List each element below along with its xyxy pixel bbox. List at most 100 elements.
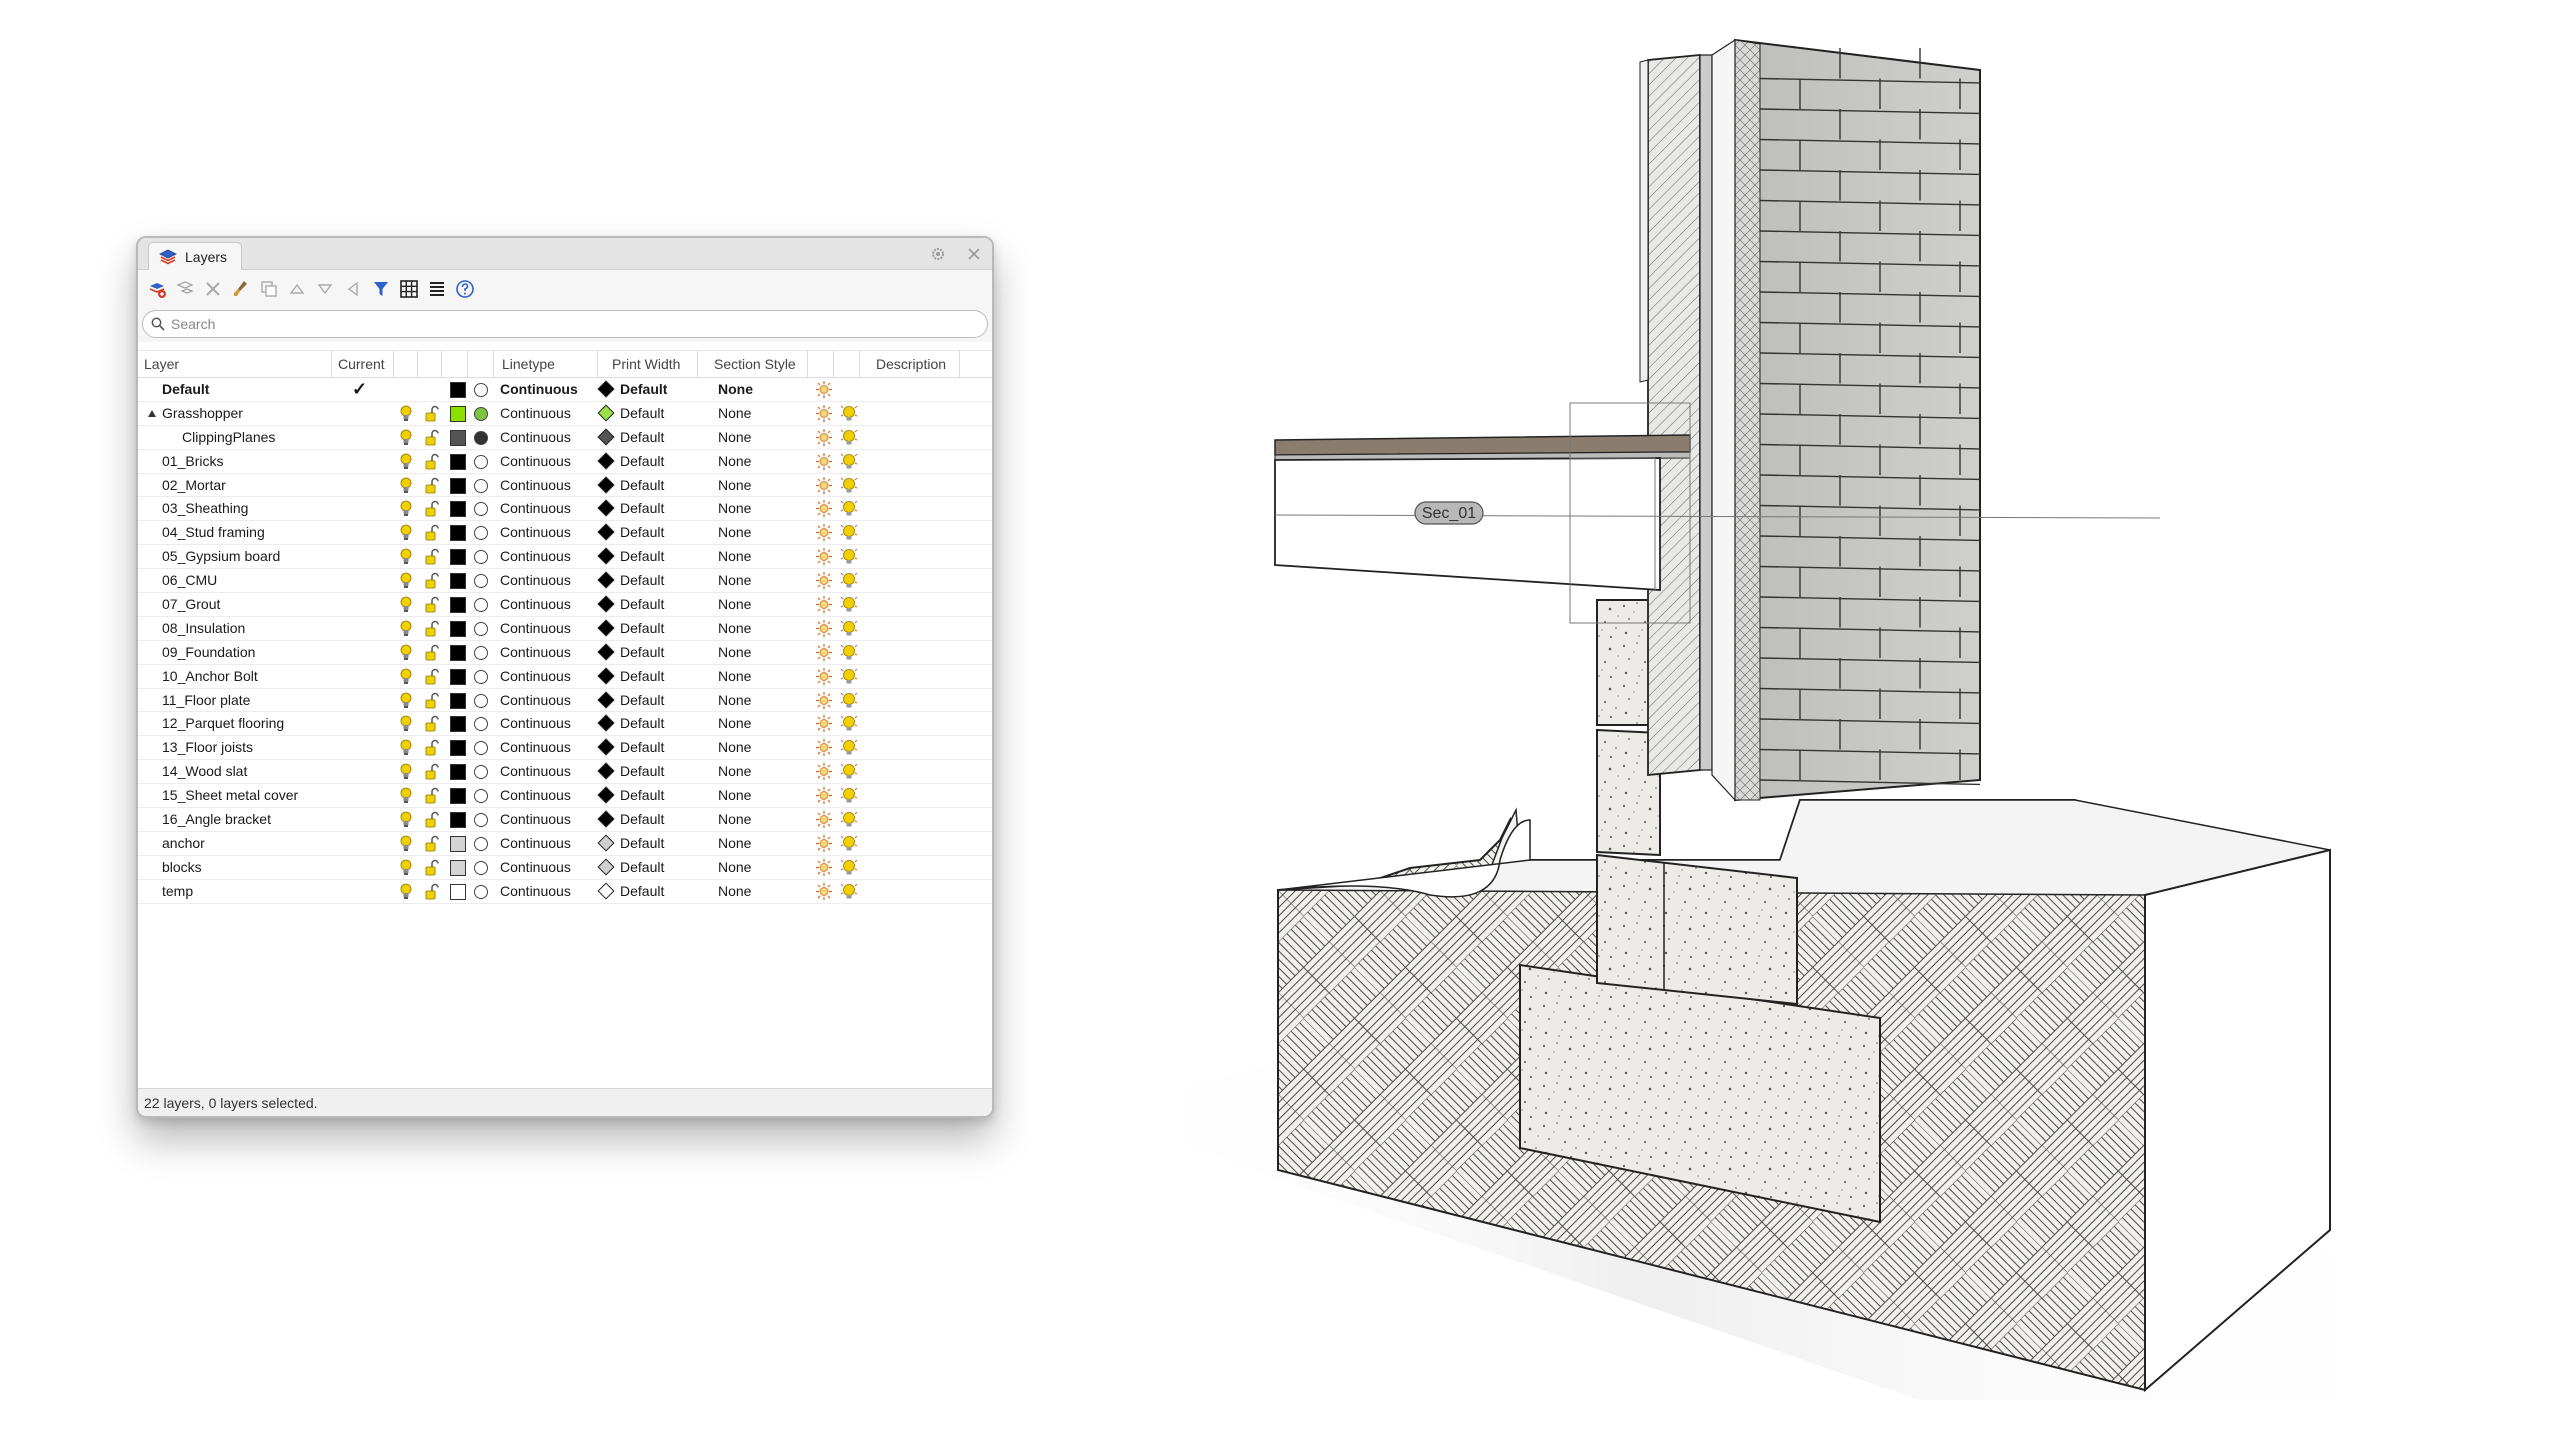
clipping-sun-icon[interactable] — [815, 523, 833, 542]
layer-row[interactable]: 12_Parquet flooring Continuous Default None — [138, 712, 992, 737]
clipping-sun-icon[interactable] — [815, 571, 833, 590]
visibility-bulb-icon[interactable] — [400, 883, 412, 900]
render-bulb-icon[interactable] — [840, 882, 858, 901]
render-bulb-icon[interactable] — [840, 571, 858, 590]
layer-row[interactable]: 06_CMU Continuous Default None — [138, 569, 992, 594]
section-style-value[interactable]: None — [718, 641, 751, 664]
material-icon[interactable] — [474, 860, 488, 875]
section-style-value[interactable]: None — [718, 497, 751, 520]
clipping-sun-icon[interactable] — [815, 547, 833, 566]
unlock-icon[interactable] — [425, 715, 439, 732]
print-color-diamond-icon[interactable] — [597, 595, 615, 613]
layer-row[interactable]: Default ✓ Continuous Default None — [138, 378, 992, 402]
section-style-value[interactable]: None — [718, 617, 751, 640]
render-bulb-icon[interactable] — [840, 476, 858, 495]
unlock-icon[interactable] — [425, 835, 439, 852]
layer-name[interactable]: 11_Floor plate — [162, 689, 250, 712]
copy-icon[interactable] — [258, 278, 280, 300]
linetype-value[interactable]: Continuous — [500, 880, 571, 903]
layer-row[interactable]: 11_Floor plate Continuous Default None — [138, 689, 992, 713]
clipping-sun-icon[interactable] — [815, 762, 833, 781]
layer-name[interactable]: 08_Insulation — [162, 617, 245, 640]
material-icon[interactable] — [474, 383, 488, 397]
layer-color-swatch[interactable] — [450, 525, 466, 542]
print-width-value[interactable]: Default — [620, 593, 664, 616]
material-icon[interactable] — [474, 789, 488, 804]
unlock-icon[interactable] — [425, 811, 439, 828]
linetype-value[interactable]: Continuous — [500, 808, 571, 831]
section-style-value[interactable]: None — [718, 808, 751, 831]
layer-color-swatch[interactable] — [450, 788, 466, 805]
visibility-bulb-icon[interactable] — [400, 524, 412, 541]
clipping-sun-icon[interactable] — [815, 619, 833, 638]
unlock-icon[interactable] — [425, 883, 439, 900]
layer-name[interactable]: 14_Wood slat — [162, 760, 247, 783]
visibility-bulb-icon[interactable] — [400, 763, 412, 780]
render-bulb-icon[interactable] — [840, 810, 858, 829]
render-bulb-icon[interactable] — [840, 762, 858, 781]
linetype-value[interactable]: Continuous — [500, 521, 571, 544]
print-color-diamond-icon[interactable] — [597, 643, 615, 661]
filter-icon[interactable] — [370, 278, 392, 300]
layer-color-swatch[interactable] — [450, 859, 466, 876]
visibility-bulb-icon[interactable] — [400, 548, 412, 565]
print-width-value[interactable]: Default — [620, 641, 664, 664]
layer-row[interactable]: blocks Continuous Default None — [138, 856, 992, 880]
section-style-value[interactable]: None — [718, 856, 751, 879]
layer-color-swatch[interactable] — [450, 668, 466, 685]
clipping-sun-icon[interactable] — [815, 476, 833, 495]
clipping-sun-icon[interactable] — [815, 882, 833, 901]
clipping-sun-icon[interactable] — [815, 691, 833, 710]
clipping-sun-icon[interactable] — [815, 786, 833, 805]
unlock-icon[interactable] — [425, 405, 439, 422]
layer-color-swatch[interactable] — [450, 620, 466, 637]
visibility-bulb-icon[interactable] — [400, 739, 412, 756]
clipping-sun-icon[interactable] — [815, 858, 833, 877]
section-style-value[interactable]: None — [718, 474, 751, 497]
visibility-bulb-icon[interactable] — [400, 500, 412, 517]
linetype-value[interactable]: Continuous — [500, 474, 571, 497]
render-bulb-icon[interactable] — [840, 499, 858, 518]
move-up-icon[interactable] — [286, 278, 308, 300]
material-icon[interactable] — [474, 526, 488, 541]
render-bulb-icon[interactable] — [840, 643, 858, 662]
col-current[interactable]: Current — [332, 351, 394, 378]
print-width-value[interactable]: Default — [620, 880, 664, 903]
render-bulb-icon[interactable] — [840, 547, 858, 566]
layer-name[interactable]: 09_Foundation — [162, 641, 255, 664]
print-width-value[interactable]: Default — [620, 545, 664, 568]
col-render[interactable] — [834, 351, 860, 378]
visibility-bulb-icon[interactable] — [400, 715, 412, 732]
section-style-value[interactable]: None — [718, 784, 751, 807]
layer-color-swatch[interactable] — [450, 477, 466, 494]
grid-view-icon[interactable] — [398, 278, 420, 300]
print-color-diamond-icon[interactable] — [597, 452, 615, 470]
layer-name[interactable]: ClippingPlanes — [182, 426, 275, 449]
unlock-icon[interactable] — [425, 739, 439, 756]
new-sublayer-icon[interactable] — [174, 278, 196, 300]
layer-row[interactable]: anchor Continuous Default None — [138, 832, 992, 856]
settings-gear-icon[interactable] — [928, 244, 948, 264]
layer-name[interactable]: 16_Angle bracket — [162, 808, 271, 831]
layer-name[interactable]: 07_Grout — [162, 593, 220, 616]
material-icon[interactable] — [474, 478, 488, 493]
layer-color-swatch[interactable] — [450, 501, 466, 518]
layer-name[interactable]: 06_CMU — [162, 569, 217, 592]
col-layer[interactable]: Layer — [138, 351, 332, 378]
material-icon[interactable] — [474, 717, 488, 732]
material-icon[interactable] — [474, 645, 488, 660]
section-style-value[interactable]: None — [718, 521, 751, 544]
print-color-diamond-icon[interactable] — [597, 762, 615, 780]
visibility-bulb-icon[interactable] — [400, 835, 412, 852]
layer-row[interactable]: 14_Wood slat Continuous Default None — [138, 760, 992, 785]
visibility-bulb-icon[interactable] — [400, 811, 412, 828]
linetype-value[interactable]: Continuous — [500, 784, 571, 807]
layer-name[interactable]: 03_Sheathing — [162, 497, 248, 520]
unlock-icon[interactable] — [425, 859, 439, 876]
print-width-value[interactable]: Default — [620, 474, 664, 497]
col-section-style[interactable]: Section Style — [698, 351, 808, 378]
clipping-sun-icon[interactable] — [815, 714, 833, 733]
material-icon[interactable] — [474, 598, 488, 613]
render-bulb-icon[interactable] — [840, 404, 858, 423]
layers-tab[interactable]: Layers — [148, 242, 243, 270]
